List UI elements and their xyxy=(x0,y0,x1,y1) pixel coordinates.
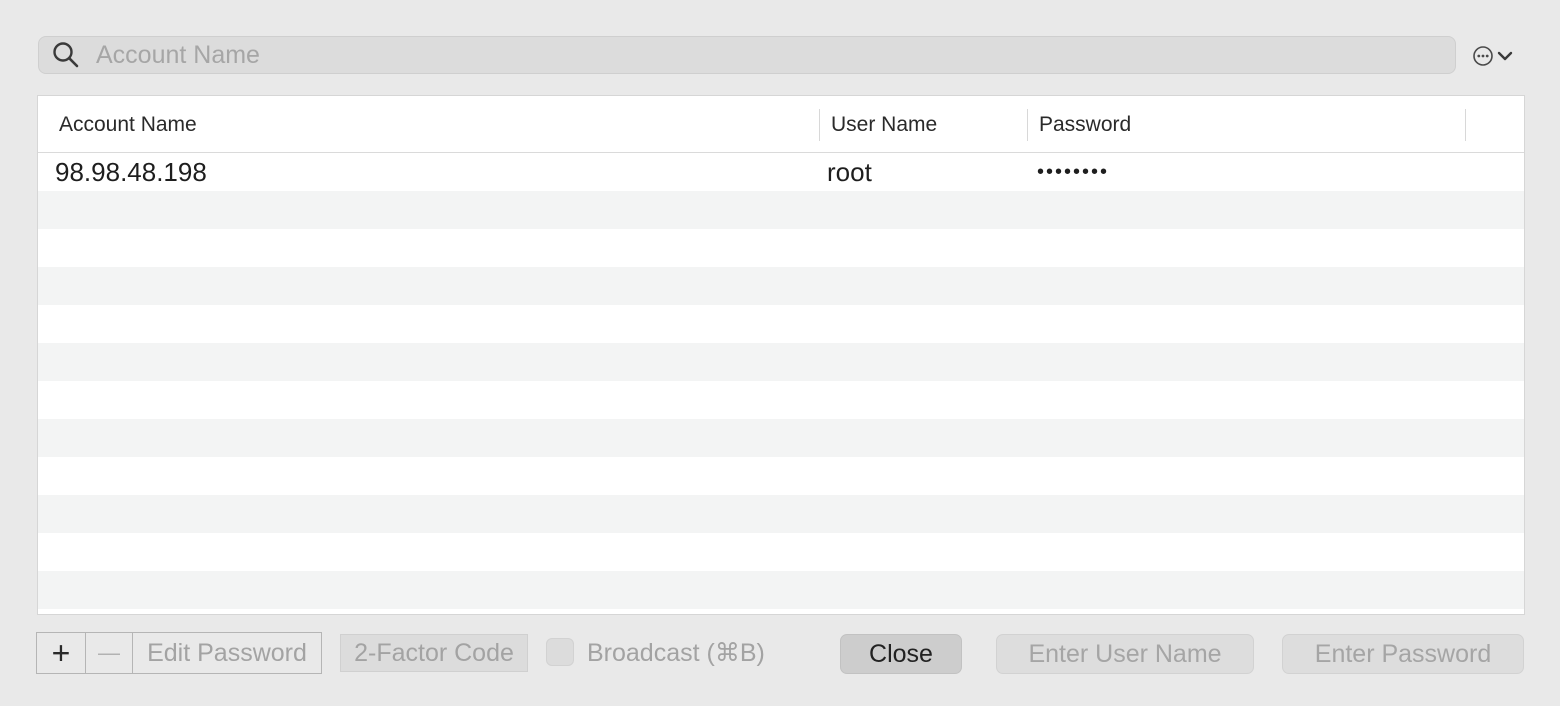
cell-user-name: root xyxy=(827,157,872,187)
search-input[interactable] xyxy=(94,39,1455,71)
search-icon xyxy=(53,42,79,68)
empty-row xyxy=(38,267,1524,305)
column-header-account-name[interactable]: Account Name xyxy=(59,96,197,152)
edit-password-label: Edit Password xyxy=(147,638,307,667)
add-button[interactable]: + xyxy=(36,632,86,674)
close-button[interactable]: Close xyxy=(840,634,962,674)
more-options-menu[interactable] xyxy=(1472,44,1518,68)
empty-row xyxy=(38,229,1524,267)
empty-row xyxy=(38,533,1524,571)
edit-password-button[interactable]: Edit Password xyxy=(132,632,322,674)
empty-row xyxy=(38,419,1524,457)
empty-row xyxy=(38,495,1524,533)
enter-password-button[interactable]: Enter Password xyxy=(1282,634,1524,674)
column-divider[interactable] xyxy=(819,109,820,141)
accounts-table: Account Name User Name Password 98.98.48… xyxy=(37,95,1525,615)
remove-button[interactable]: — xyxy=(85,632,133,674)
empty-row xyxy=(38,191,1524,229)
column-header-password[interactable]: Password xyxy=(1039,96,1131,152)
enter-user-name-button[interactable]: Enter User Name xyxy=(996,634,1254,674)
empty-row xyxy=(38,343,1524,381)
cell-password: •••••••• xyxy=(1037,161,1110,183)
search-bar[interactable] xyxy=(38,36,1456,74)
cell-account-name: 98.98.48.198 xyxy=(55,157,207,187)
chevron-down-icon xyxy=(1497,51,1513,61)
table-body: 98.98.48.198 root •••••••• xyxy=(38,153,1524,609)
empty-row xyxy=(38,381,1524,419)
ellipsis-circle-icon xyxy=(1473,46,1493,66)
empty-row xyxy=(38,457,1524,495)
broadcast-label: Broadcast (⌘B) xyxy=(587,639,765,667)
remove-icon: — xyxy=(98,640,120,665)
column-divider[interactable] xyxy=(1465,109,1466,141)
two-factor-code-button[interactable]: 2-Factor Code xyxy=(340,634,528,672)
add-icon: + xyxy=(51,635,71,671)
table-header: Account Name User Name Password xyxy=(38,96,1524,153)
broadcast-checkbox[interactable] xyxy=(546,638,574,666)
table-row[interactable]: 98.98.48.198 root •••••••• xyxy=(38,153,1524,191)
column-divider[interactable] xyxy=(1027,109,1028,141)
empty-row xyxy=(38,305,1524,343)
empty-row xyxy=(38,571,1524,609)
column-header-user-name[interactable]: User Name xyxy=(831,96,937,152)
